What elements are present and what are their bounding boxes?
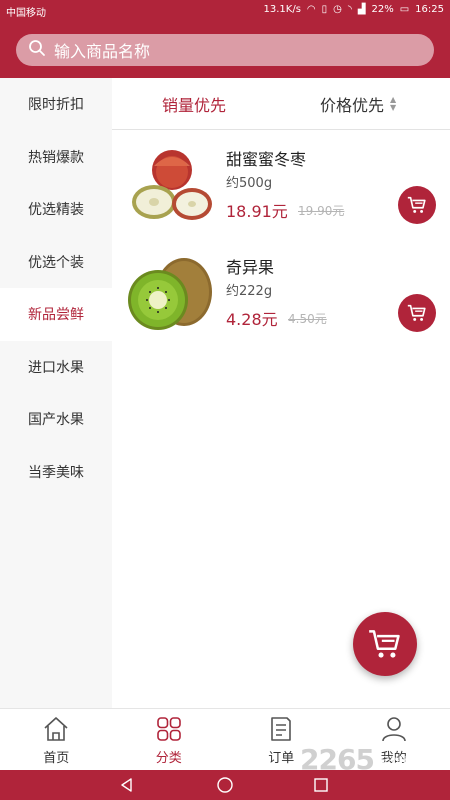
- product-image-jujube: [122, 140, 218, 232]
- search-placeholder: 输入商品名称: [54, 42, 151, 61]
- recent-apps-icon[interactable]: [312, 776, 330, 794]
- cart-icon: [407, 196, 426, 213]
- home-circle-icon[interactable]: [216, 776, 234, 794]
- vibrate-icon: ▯: [321, 3, 328, 15]
- tab-home[interactable]: 首页: [0, 709, 113, 770]
- sidebar-item-new-arrivals[interactable]: 新品尝鲜: [0, 288, 112, 341]
- cart-icon: [369, 630, 400, 658]
- sidebar-item-hot-sale[interactable]: 热销爆款: [0, 131, 112, 184]
- battery-percent: 22%: [371, 4, 394, 15]
- clock: 16:25: [415, 4, 444, 15]
- search-input[interactable]: 输入商品名称: [16, 34, 434, 66]
- header: 输入商品名称: [0, 20, 450, 78]
- product-original-price: 4.50元: [288, 312, 327, 326]
- home-icon: [44, 717, 68, 741]
- signal-icon: ▟: [357, 3, 366, 15]
- sort-by-price-label: 价格优先: [320, 96, 385, 115]
- sort-by-price[interactable]: 价格优先 ▲ ▼: [320, 92, 396, 116]
- sidebar-item-limited-discount[interactable]: 限时折扣: [0, 78, 112, 131]
- sort-by-sales[interactable]: 销量优先: [162, 92, 226, 116]
- product-original-price: 19.90元: [298, 204, 345, 218]
- battery-icon: ▭: [399, 3, 410, 15]
- carrier-name: 中国移动: [6, 8, 46, 19]
- product-name: 甜蜜蜜冬枣: [226, 150, 307, 169]
- sidebar-item-domestic-fruit[interactable]: 国产水果: [0, 393, 112, 446]
- tab-category-label: 分类: [155, 751, 182, 766]
- user-icon: [381, 717, 406, 742]
- sort-arrows-icon: ▲ ▼: [390, 95, 397, 112]
- sort-bar: 销量优先 价格优先 ▲ ▼: [112, 78, 450, 130]
- site-watermark: 2265 手游网: [300, 740, 450, 776]
- product-image-kiwi: [122, 248, 218, 340]
- product-panel: 销量优先 价格优先 ▲▼ 甜蜜蜜冬枣 约500g 18.91元 19.90元: [112, 78, 450, 708]
- add-to-cart-button[interactable]: [398, 294, 436, 332]
- search-icon: [28, 39, 46, 61]
- tab-category[interactable]: 分类: [113, 709, 226, 770]
- product-name: 奇异果: [226, 258, 275, 277]
- product-price: 4.28元: [226, 310, 278, 329]
- category-icon: [156, 717, 181, 741]
- back-icon[interactable]: [118, 776, 136, 794]
- sidebar-item-imported-fruit[interactable]: 进口水果: [0, 341, 112, 394]
- product-weight: 约500g: [226, 176, 273, 191]
- sidebar-item-premium-box[interactable]: 优选精装: [0, 183, 112, 236]
- status-right: 13.1K/s ◠ ▯ ◷ ◝ ▟ 22% ▭ 16:25: [264, 4, 444, 15]
- alarm-icon: ◷: [333, 3, 342, 15]
- watermark-text: 手游网: [375, 755, 412, 769]
- product-price: 18.91元: [226, 202, 288, 221]
- net-speed: 13.1K/s: [263, 4, 301, 15]
- product-weight: 约222g: [226, 284, 273, 299]
- tab-orders-label: 订单: [268, 751, 295, 766]
- product-card[interactable]: 奇异果 约222g 4.28元 4.50元: [122, 248, 442, 340]
- wifi-icon: ◝: [347, 3, 352, 15]
- cart-icon: [407, 304, 426, 321]
- status-bar: 中国移动 13.1K/s ◠ ▯ ◷ ◝ ▟ 22% ▭ 16:25: [0, 0, 450, 20]
- headphone-icon: ◠: [306, 3, 316, 15]
- shopping-cart-button[interactable]: [353, 612, 417, 676]
- sidebar-item-seasonal[interactable]: 当季美味: [0, 446, 112, 499]
- order-icon: [271, 717, 292, 741]
- sidebar-item-premium-single[interactable]: 优选个装: [0, 236, 112, 289]
- product-card[interactable]: 甜蜜蜜冬枣 约500g 18.91元 19.90元: [122, 140, 442, 232]
- tab-home-label: 首页: [43, 751, 70, 766]
- category-sidebar: 限时折扣 热销爆款 优选精装 优选个装 新品尝鲜 进口水果 国产水果 当季美味: [0, 78, 112, 708]
- watermark-number: 2265: [300, 743, 375, 776]
- add-to-cart-button[interactable]: [398, 186, 436, 224]
